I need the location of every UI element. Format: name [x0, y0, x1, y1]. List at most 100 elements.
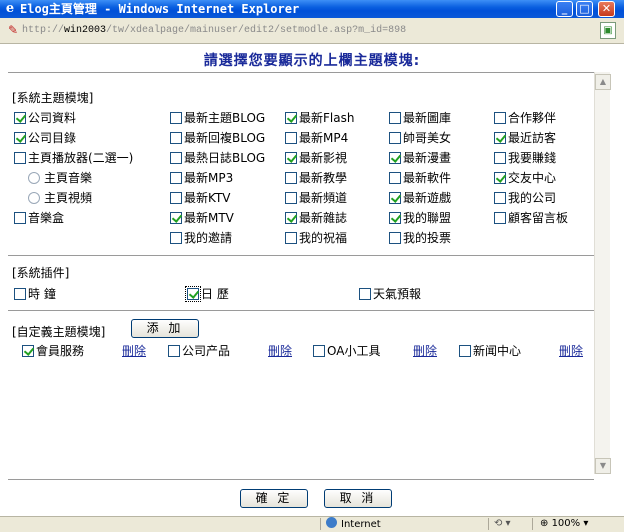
plugin-label: 時 鐘: [28, 287, 56, 301]
module-item[interactable]: 最新影視: [285, 151, 347, 165]
module-item[interactable]: 公司資料: [14, 111, 76, 125]
checkbox[interactable]: [494, 152, 506, 164]
checkbox[interactable]: [389, 152, 401, 164]
compatibility-icon[interactable]: ▣: [600, 22, 616, 39]
module-item[interactable]: 最新MTV: [170, 211, 234, 225]
checkbox[interactable]: [285, 212, 297, 224]
checkbox[interactable]: [389, 112, 401, 124]
module-item[interactable]: 最新漫畫: [389, 151, 451, 165]
ok-button[interactable]: 確 定: [240, 489, 308, 508]
radio-button[interactable]: [28, 172, 40, 184]
checkbox[interactable]: [389, 232, 401, 244]
checkbox[interactable]: [170, 112, 182, 124]
add-module-button[interactable]: 添 加: [131, 319, 199, 338]
checkbox[interactable]: [494, 112, 506, 124]
plugin-item[interactable]: 時 鐘: [14, 287, 56, 301]
module-item[interactable]: 主頁播放器(二選一): [14, 151, 133, 165]
checkbox[interactable]: [359, 288, 371, 300]
custom-module-item[interactable]: 公司产品: [168, 344, 230, 358]
checkbox[interactable]: [170, 212, 182, 224]
module-item[interactable]: 最近訪客: [494, 131, 556, 145]
checkbox[interactable]: [22, 345, 34, 357]
checkbox[interactable]: [389, 192, 401, 204]
module-item[interactable]: 顧客留言板: [494, 211, 568, 225]
module-item[interactable]: 音樂盒: [14, 211, 64, 225]
module-item[interactable]: 我要賺錢: [494, 151, 556, 165]
minimize-button[interactable]: _: [556, 1, 573, 17]
protected-mode-icon[interactable]: ⟲ ▾: [494, 517, 511, 531]
checkbox[interactable]: [170, 172, 182, 184]
module-item[interactable]: 我的邀請: [170, 231, 232, 245]
checkbox[interactable]: [14, 132, 26, 144]
module-item[interactable]: 公司目錄: [14, 131, 76, 145]
checkbox[interactable]: [494, 212, 506, 224]
module-item[interactable]: 最新軟件: [389, 171, 451, 185]
delete-link[interactable]: 刪除: [413, 344, 437, 358]
module-item[interactable]: 帥哥美女: [389, 131, 451, 145]
module-item[interactable]: 我的公司: [494, 191, 556, 205]
module-item[interactable]: 最新圖庫: [389, 111, 451, 125]
checkbox[interactable]: [389, 172, 401, 184]
checkbox[interactable]: [170, 192, 182, 204]
checkbox[interactable]: [285, 192, 297, 204]
close-button[interactable]: ✕: [598, 1, 615, 17]
radio-button[interactable]: [28, 192, 40, 204]
checkbox[interactable]: [494, 132, 506, 144]
module-item[interactable]: 交友中心: [494, 171, 556, 185]
scroll-up-icon[interactable]: ▲: [595, 74, 611, 90]
checkbox[interactable]: [14, 212, 26, 224]
custom-module-label: OA小工具: [327, 344, 381, 358]
cancel-button[interactable]: 取 消: [324, 489, 392, 508]
checkbox[interactable]: [14, 112, 26, 124]
checkbox[interactable]: [494, 172, 506, 184]
plugin-item[interactable]: 天氣預報: [359, 287, 421, 301]
module-item[interactable]: 最新頻道: [285, 191, 347, 205]
vertical-scrollbar[interactable]: ▲ ▼: [594, 72, 611, 474]
custom-module-item[interactable]: OA小工具: [313, 344, 380, 358]
module-item[interactable]: 我的聯盟: [389, 211, 451, 225]
checkbox[interactable]: [170, 152, 182, 164]
maximize-button[interactable]: □: [576, 1, 593, 17]
delete-link[interactable]: 刪除: [268, 344, 292, 358]
module-item[interactable]: 最新MP4: [285, 131, 348, 145]
checkbox[interactable]: [459, 345, 471, 357]
module-item[interactable]: 最新雜誌: [285, 211, 347, 225]
checkbox[interactable]: [170, 132, 182, 144]
zoom-control[interactable]: ⊕ 100% ▾: [540, 517, 588, 531]
delete-link[interactable]: 刪除: [122, 344, 146, 358]
radio-item[interactable]: 主頁視頻: [28, 191, 92, 205]
module-item[interactable]: 合作夥伴: [494, 111, 556, 125]
custom-module-item[interactable]: 會員服務: [22, 344, 84, 358]
footer-divider: [8, 479, 594, 480]
checkbox[interactable]: [285, 132, 297, 144]
checkbox[interactable]: [285, 112, 297, 124]
plugin-item[interactable]: 日 歷: [185, 286, 229, 302]
radio-item[interactable]: 主頁音樂: [28, 171, 92, 185]
scroll-down-icon[interactable]: ▼: [595, 458, 611, 474]
checkbox[interactable]: [389, 212, 401, 224]
module-item[interactable]: 最新KTV: [170, 191, 230, 205]
module-item[interactable]: 最新MP3: [170, 171, 233, 185]
checkbox[interactable]: [285, 152, 297, 164]
checkbox[interactable]: [185, 286, 201, 302]
checkbox[interactable]: [285, 232, 297, 244]
checkbox[interactable]: [170, 232, 182, 244]
checkbox[interactable]: [285, 172, 297, 184]
delete-link[interactable]: 刪除: [559, 344, 583, 358]
checkbox[interactable]: [494, 192, 506, 204]
module-item[interactable]: 我的祝福: [285, 231, 347, 245]
module-item[interactable]: 我的投票: [389, 231, 451, 245]
checkbox[interactable]: [14, 152, 26, 164]
module-item[interactable]: 最新遊戲: [389, 191, 451, 205]
module-item[interactable]: 最熱日誌BLOG: [170, 151, 265, 165]
checkbox[interactable]: [313, 345, 325, 357]
checkbox[interactable]: [389, 132, 401, 144]
module-item[interactable]: 最新教學: [285, 171, 347, 185]
module-item[interactable]: 最新主題BLOG: [170, 111, 265, 125]
url-field[interactable]: http://win2003/tw/xdealpage/mainuser/edi…: [22, 22, 592, 39]
checkbox[interactable]: [168, 345, 180, 357]
module-item[interactable]: 最新Flash: [285, 111, 354, 125]
module-item[interactable]: 最新回複BLOG: [170, 131, 265, 145]
checkbox[interactable]: [14, 288, 26, 300]
custom-module-item[interactable]: 新闻中心: [459, 344, 521, 358]
